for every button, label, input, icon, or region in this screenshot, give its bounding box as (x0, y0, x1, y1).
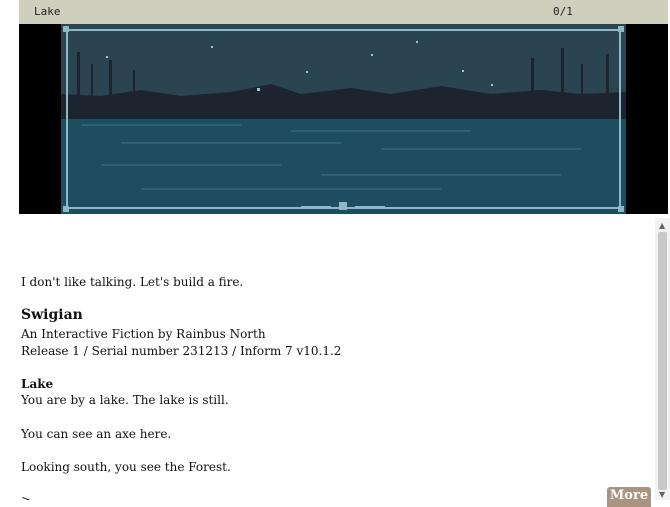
scroll-down-icon[interactable]: ▼ (659, 490, 665, 499)
more-button[interactable]: More (607, 487, 651, 507)
status-score: 0/1 (553, 5, 573, 18)
status-location: Lake (34, 5, 61, 18)
scrollbar-thumb[interactable] (658, 232, 667, 490)
story-transcript: I don't like talking. Let's build a fire… (0, 218, 655, 500)
room-name: Lake (21, 377, 54, 391)
status-bar: Lake 0/1 (19, 0, 668, 24)
lake-scene-image (61, 24, 626, 214)
objects-text: You can see an axe here. (21, 427, 172, 441)
release-info: Release 1 / Serial number 231213 / Infor… (21, 344, 342, 358)
looking-text: Looking south, you see the Forest. (21, 460, 231, 474)
water (61, 112, 626, 214)
room-description: You are by a lake. The lake is still. (21, 393, 229, 407)
transcript-scrollbar[interactable]: ▲ ▼ (655, 218, 670, 500)
byline: An Interactive Fiction by Rainbus North (21, 327, 266, 341)
intro-text: I don't like talking. Let's build a fire… (21, 275, 244, 289)
command-prompt[interactable]: > (21, 492, 31, 500)
game-title: Swigian (21, 307, 83, 323)
scroll-up-icon[interactable]: ▲ (659, 221, 665, 230)
graphics-window (19, 24, 668, 214)
